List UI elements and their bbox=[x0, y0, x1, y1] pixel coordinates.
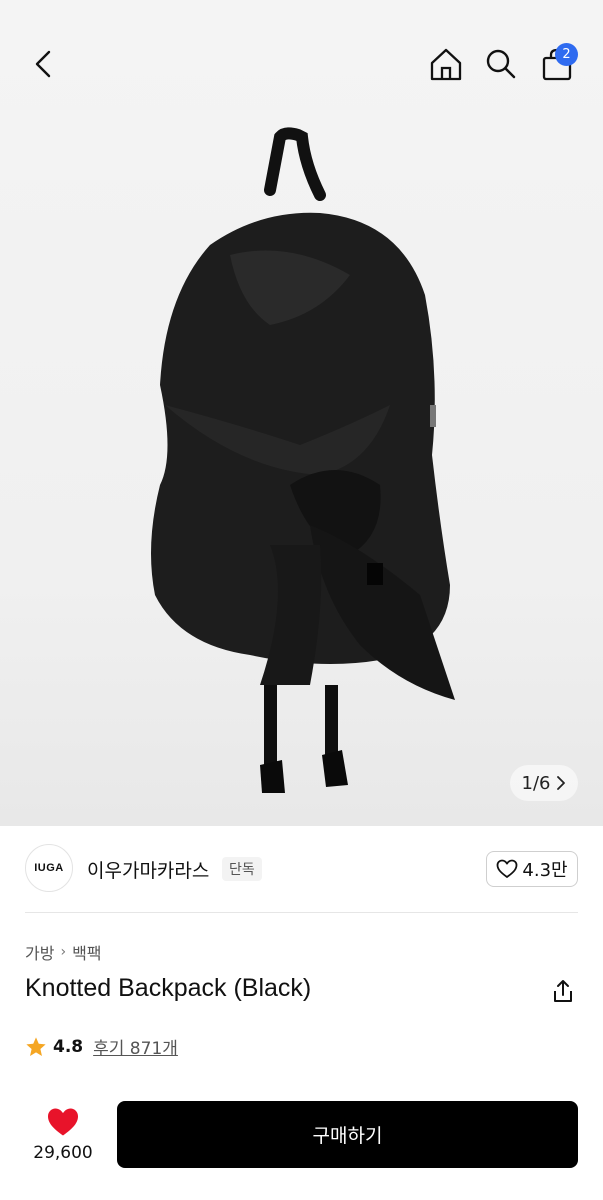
review-link[interactable]: 후기 871개 bbox=[93, 1034, 178, 1059]
breadcrumb-subcategory[interactable]: 백팩 bbox=[72, 940, 101, 964]
brand-row: IUGA 이우가마카라스 단독 4.3만 bbox=[0, 826, 603, 912]
breadcrumb: 가방 › 백팩 bbox=[25, 940, 102, 964]
share-button[interactable] bbox=[546, 974, 580, 1008]
product-gallery[interactable]: 2 1/6 bbox=[0, 0, 603, 826]
product-image bbox=[151, 127, 455, 793]
chevron-right-icon bbox=[557, 776, 566, 790]
heart-filled-icon bbox=[48, 1108, 78, 1136]
divider bbox=[25, 912, 578, 913]
brand-name[interactable]: 이우가마카라스 bbox=[87, 856, 209, 883]
wishlist-button[interactable]: 29,600 bbox=[25, 1102, 101, 1168]
wishlist-count: 29,600 bbox=[33, 1143, 93, 1163]
breadcrumb-category[interactable]: 가방 bbox=[25, 940, 54, 964]
chevron-left-icon bbox=[35, 50, 51, 78]
brand-logo[interactable]: IUGA bbox=[25, 844, 73, 892]
pager-text: 1/6 bbox=[521, 772, 551, 794]
cart-count-badge: 2 bbox=[555, 43, 578, 66]
product-title: Knotted Backpack (Black) bbox=[25, 974, 312, 1002]
brand-like-button[interactable]: 4.3만 bbox=[486, 851, 578, 887]
star-icon bbox=[26, 1036, 46, 1056]
home-button[interactable] bbox=[424, 42, 468, 86]
home-icon bbox=[430, 48, 462, 81]
back-button[interactable] bbox=[22, 42, 66, 86]
top-navigation: 2 bbox=[0, 0, 603, 110]
rating-score: 4.8 bbox=[53, 1036, 84, 1057]
search-icon bbox=[486, 49, 516, 79]
heart-outline-icon bbox=[497, 859, 518, 878]
exclusive-badge: 단독 bbox=[222, 857, 262, 881]
buy-button[interactable]: 구매하기 bbox=[117, 1101, 578, 1168]
rating-row: 4.8 후기 871개 bbox=[25, 1034, 178, 1059]
gallery-pager[interactable]: 1/6 bbox=[510, 765, 578, 801]
search-button[interactable] bbox=[479, 42, 523, 86]
brand-like-count: 4.3만 bbox=[522, 860, 568, 881]
share-icon bbox=[554, 980, 572, 1002]
breadcrumb-separator-icon: › bbox=[60, 944, 67, 960]
